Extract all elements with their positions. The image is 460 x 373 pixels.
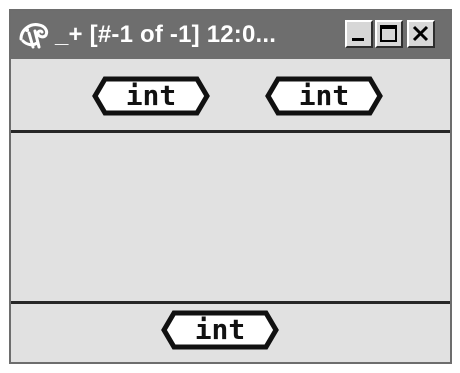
maximize-button[interactable] (375, 20, 403, 48)
title-bar[interactable]: _+ [#-1 of -1] 12:0... (11, 11, 450, 59)
bottom-pane: int (11, 304, 450, 362)
type-tag-label: int (125, 79, 177, 112)
top-pane: int int (11, 59, 450, 131)
type-tag-int[interactable]: int (265, 76, 383, 116)
minimize-button[interactable] (345, 20, 373, 48)
app-logo-icon[interactable] (17, 19, 51, 51)
middle-pane (11, 133, 450, 302)
app-window: _+ [#-1 of -1] 12:0... int int int (9, 9, 452, 364)
maximize-icon (380, 25, 397, 42)
type-tag-int[interactable]: int (161, 310, 279, 350)
type-tag-label: int (194, 313, 246, 346)
type-tag-int[interactable]: int (92, 76, 210, 116)
type-tag-label: int (298, 79, 350, 112)
window-title: _+ [#-1 of -1] 12:0... (55, 21, 277, 48)
minimize-icon (352, 38, 364, 41)
close-icon (412, 25, 429, 42)
close-button[interactable] (407, 20, 435, 48)
